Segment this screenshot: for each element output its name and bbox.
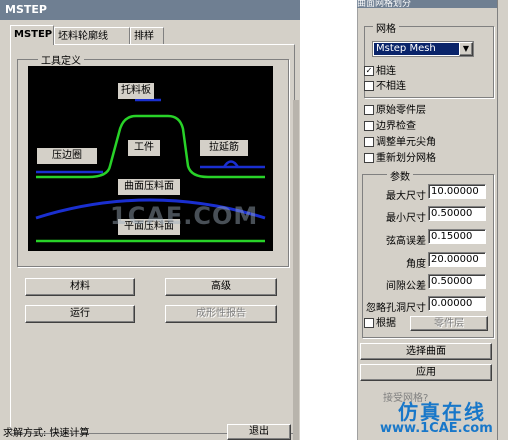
parameters-label: 参数 (387, 168, 413, 183)
original-part-layer-checkbox[interactable]: 原始零件层 (364, 105, 426, 117)
angle-input[interactable]: 20.00000 (428, 252, 486, 267)
option-label: 重新划分网格 (376, 153, 436, 164)
mesh-type-value: Mstep Mesh (374, 43, 461, 55)
right-scrollbar[interactable] (497, 0, 508, 440)
disconnect-box-icon (364, 81, 374, 91)
brand-url-watermark: www.1CAE.com (380, 421, 493, 436)
curved-blankholder-label: 曲面压料面 (118, 179, 180, 195)
disconnect-checkbox[interactable]: 不相连 (364, 81, 406, 93)
material-button[interactable]: 材料 (25, 278, 135, 296)
tool-definition-label: 工具定义 (38, 52, 84, 67)
part-layer-button[interactable]: 零件层 (410, 316, 488, 331)
select-surface-button[interactable]: 选择曲面 (360, 343, 492, 360)
chevron-down-icon[interactable]: ▼ (459, 42, 473, 56)
chord-deviation-input[interactable]: 0.15000 (428, 229, 486, 244)
tab-nesting[interactable]: 排样 (130, 27, 164, 44)
surface-mesh-title: 曲面网格划分 (357, 0, 497, 8)
gap-tolerance-input[interactable]: 0.50000 (428, 274, 486, 289)
chord-deviation-label: 弦高误差 (386, 236, 426, 247)
watermark-center: 1CAE.COM (110, 202, 259, 230)
remesh-checkbox[interactable]: 重新划分网格 (364, 153, 436, 165)
solver-mode-status: 求解方式: 快速计算 (3, 428, 90, 439)
tab-blank-outline[interactable]: 坯料轮廓线 (54, 27, 130, 44)
min-size-label: 最小尺寸 (386, 213, 426, 224)
ignore-hole-size-input[interactable]: 0.00000 (428, 296, 486, 311)
option-label: 原始零件层 (376, 105, 426, 116)
part-label: 工件 (128, 140, 160, 156)
drawbead-label: 拉延筋 (200, 140, 248, 156)
mstep-title: MSTEP (5, 3, 47, 16)
option-label: 边界检查 (376, 121, 416, 132)
disconnect-label: 不相连 (376, 81, 406, 92)
checkbox-icon (364, 105, 374, 115)
max-size-label: 最大尺寸 (386, 191, 426, 202)
option-label: 调整单元尖角 (376, 137, 436, 148)
mstep-title-bar: MSTEP (0, 0, 300, 20)
exit-button[interactable]: 退出 (227, 424, 291, 440)
root-label: 根据 (376, 318, 396, 329)
ignore-hole-size-label: 忽略孔洞尺寸 (366, 303, 426, 314)
mesh-type-select[interactable]: Mstep Mesh ▼ (372, 41, 474, 57)
holder-label: 托料板 (118, 83, 154, 99)
connect-checkbox[interactable]: ✓ 相连 (364, 66, 396, 78)
binder-label: 压边圈 (37, 148, 97, 164)
boundary-check-checkbox[interactable]: 边界检查 (364, 121, 416, 133)
checkbox-icon (364, 153, 374, 163)
adjust-sharp-corners-checkbox[interactable]: 调整单元尖角 (364, 137, 436, 149)
checkbox-icon (364, 318, 374, 328)
checkbox-icon (364, 137, 374, 147)
checkbox-icon (364, 121, 374, 131)
connect-check-icon: ✓ (364, 66, 374, 76)
max-size-input[interactable]: 10.00000 (428, 184, 486, 199)
mesh-group-label: 网格 (373, 20, 399, 35)
advanced-button[interactable]: 高级 (165, 278, 277, 296)
angle-label: 角度 (406, 259, 426, 270)
formability-report-button[interactable]: 成形性报告 (165, 305, 277, 323)
connect-label: 相连 (376, 66, 396, 77)
gap-tolerance-label: 间隙公差 (386, 281, 426, 292)
apply-button[interactable]: 应用 (360, 364, 492, 381)
run-button[interactable]: 运行 (25, 305, 135, 323)
tab-mstep[interactable]: MSTEP (10, 25, 54, 45)
min-size-input[interactable]: 0.50000 (428, 206, 486, 221)
left-dialog-edge (293, 100, 299, 440)
root-checkbox[interactable]: 根据 (364, 318, 396, 330)
